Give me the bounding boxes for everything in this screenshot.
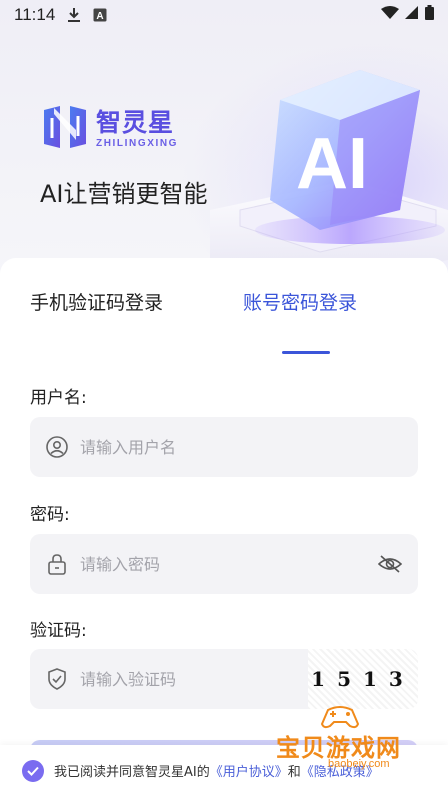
status-bar: 11:14 A <box>0 0 448 30</box>
lock-icon <box>46 553 68 575</box>
ai-art-text: AI <box>296 124 368 204</box>
eye-off-icon[interactable] <box>378 555 402 573</box>
watermark-text-en: baobeiy.com <box>328 758 390 770</box>
brand-logo: 智灵星 ZHILINGXING <box>40 104 178 154</box>
hero-banner: 11:14 A 智灵星 ZHILINGXING AI让营销更智能 AI <box>0 0 448 300</box>
captcha-label: 验证码: <box>30 621 87 641</box>
tab-sms-login[interactable]: 手机验证码登录 <box>30 288 163 315</box>
slogan: AI让营销更智能 <box>40 180 208 208</box>
active-tab-indicator <box>282 351 330 354</box>
username-label: 用户名: <box>30 388 87 408</box>
logo-mark-icon <box>40 104 90 154</box>
signal-icon <box>405 5 419 25</box>
keyboard-a-icon: A <box>93 8 107 22</box>
password-input[interactable] <box>80 534 378 594</box>
agreement-prefix: 我已阅读并同意智灵星AI的 <box>54 765 210 780</box>
password-field[interactable] <box>30 534 418 594</box>
battery-icon <box>425 5 434 25</box>
agreement-checkbox[interactable] <box>22 759 44 782</box>
username-field[interactable] <box>30 417 418 477</box>
tab-password-login[interactable]: 账号密码登录 <box>243 288 357 315</box>
logo-name-en: ZHILINGXING <box>96 137 179 149</box>
password-label: 密码: <box>30 505 70 525</box>
login-tabs: 手机验证码登录 账号密码登录 <box>0 258 448 354</box>
watermark: 宝贝游戏网 baobeiy.com <box>270 700 430 770</box>
wifi-icon <box>381 5 399 25</box>
check-icon <box>27 766 39 776</box>
status-time: 11:14 <box>14 5 56 24</box>
username-input[interactable] <box>80 417 402 477</box>
logo-name-cn: 智灵星 <box>96 107 175 137</box>
user-icon <box>46 436 68 458</box>
shield-check-icon <box>46 668 68 690</box>
gamepad-icon <box>320 706 360 729</box>
download-icon <box>67 7 81 23</box>
svg-text:A: A <box>97 11 104 22</box>
